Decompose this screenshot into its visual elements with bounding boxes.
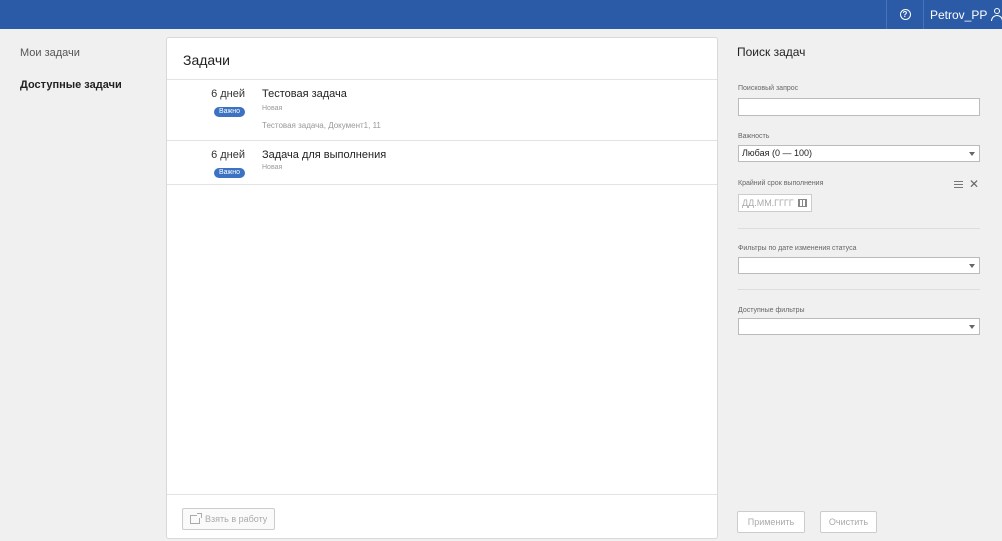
importance-select[interactable]: Любая (0 — 100) [738, 145, 980, 162]
search-input[interactable] [738, 98, 980, 116]
deadline-date-input[interactable]: ДД.ММ.ГГГГ [738, 194, 812, 212]
calendar-icon[interactable] [798, 199, 807, 207]
status-date-filter-select[interactable] [738, 257, 980, 274]
importance-badge: Важно [214, 107, 245, 117]
importance-label: Важность [738, 133, 770, 140]
task-status: Новая [262, 164, 283, 171]
task-days: 6 дней [211, 149, 245, 161]
clear-button[interactable]: Очистить [820, 511, 877, 533]
task-name[interactable]: Тестовая задача [262, 88, 347, 100]
user-menu[interactable]: Petrov_PP [930, 0, 1002, 29]
take-to-work-button[interactable]: Взять в работу [182, 508, 275, 530]
task-row[interactable]: 6 дней Важно Тестовая задача Новая Тесто… [167, 80, 717, 141]
importance-badge: Важно [214, 168, 245, 178]
task-name[interactable]: Задача для выполнения [262, 149, 386, 161]
apply-button[interactable]: Применить [737, 511, 805, 533]
date-placeholder: ДД.ММ.ГГГГ [742, 198, 794, 208]
tasks-panel: Задачи 6 дней Важно Тестовая задача Нова… [166, 37, 718, 539]
chevron-down-icon [969, 264, 975, 268]
close-icon[interactable]: ✕ [969, 177, 979, 191]
nav-item-my-tasks[interactable]: Мои задачи [20, 47, 80, 59]
external-link-icon [190, 512, 202, 524]
chevron-down-icon [969, 152, 975, 156]
available-filters-label: Доступные фильтры [738, 307, 805, 314]
task-description: Тестовая задача, Документ1, 11 [262, 121, 381, 130]
left-nav: Мои задачи Доступные задачи [0, 29, 166, 541]
available-filters-select[interactable] [738, 318, 980, 335]
query-label: Поисковый запрос [738, 85, 799, 92]
divider [738, 228, 980, 229]
user-icon [991, 8, 1002, 21]
username: Petrov_PP [930, 7, 988, 22]
search-panel-title: Поиск задач [737, 45, 806, 59]
task-row[interactable]: 6 дней Важно Задача для выполнения Новая [167, 141, 717, 185]
top-bar: ? Petrov_PP [0, 0, 1002, 29]
nav-item-available-tasks[interactable]: Доступные задачи [20, 79, 122, 91]
divider [738, 289, 980, 290]
task-days: 6 дней [211, 88, 245, 100]
divider [167, 494, 717, 495]
importance-value: Любая (0 — 100) [742, 148, 813, 158]
search-panel: Поиск задач Поисковый запрос Важность Лю… [718, 29, 1002, 541]
take-to-work-label: Взять в работу [205, 514, 268, 524]
help-button[interactable]: ? [886, 0, 924, 29]
tasks-panel-title: Задачи [183, 52, 231, 68]
question-circle-icon: ? [899, 9, 911, 20]
status-date-filter-label: Фильтры по дате изменения статуса [738, 245, 857, 252]
task-status: Новая [262, 105, 283, 112]
filter-options-icon[interactable] [954, 181, 963, 189]
deadline-label: Крайний срок выполнения [738, 180, 824, 187]
chevron-down-icon [969, 325, 975, 329]
